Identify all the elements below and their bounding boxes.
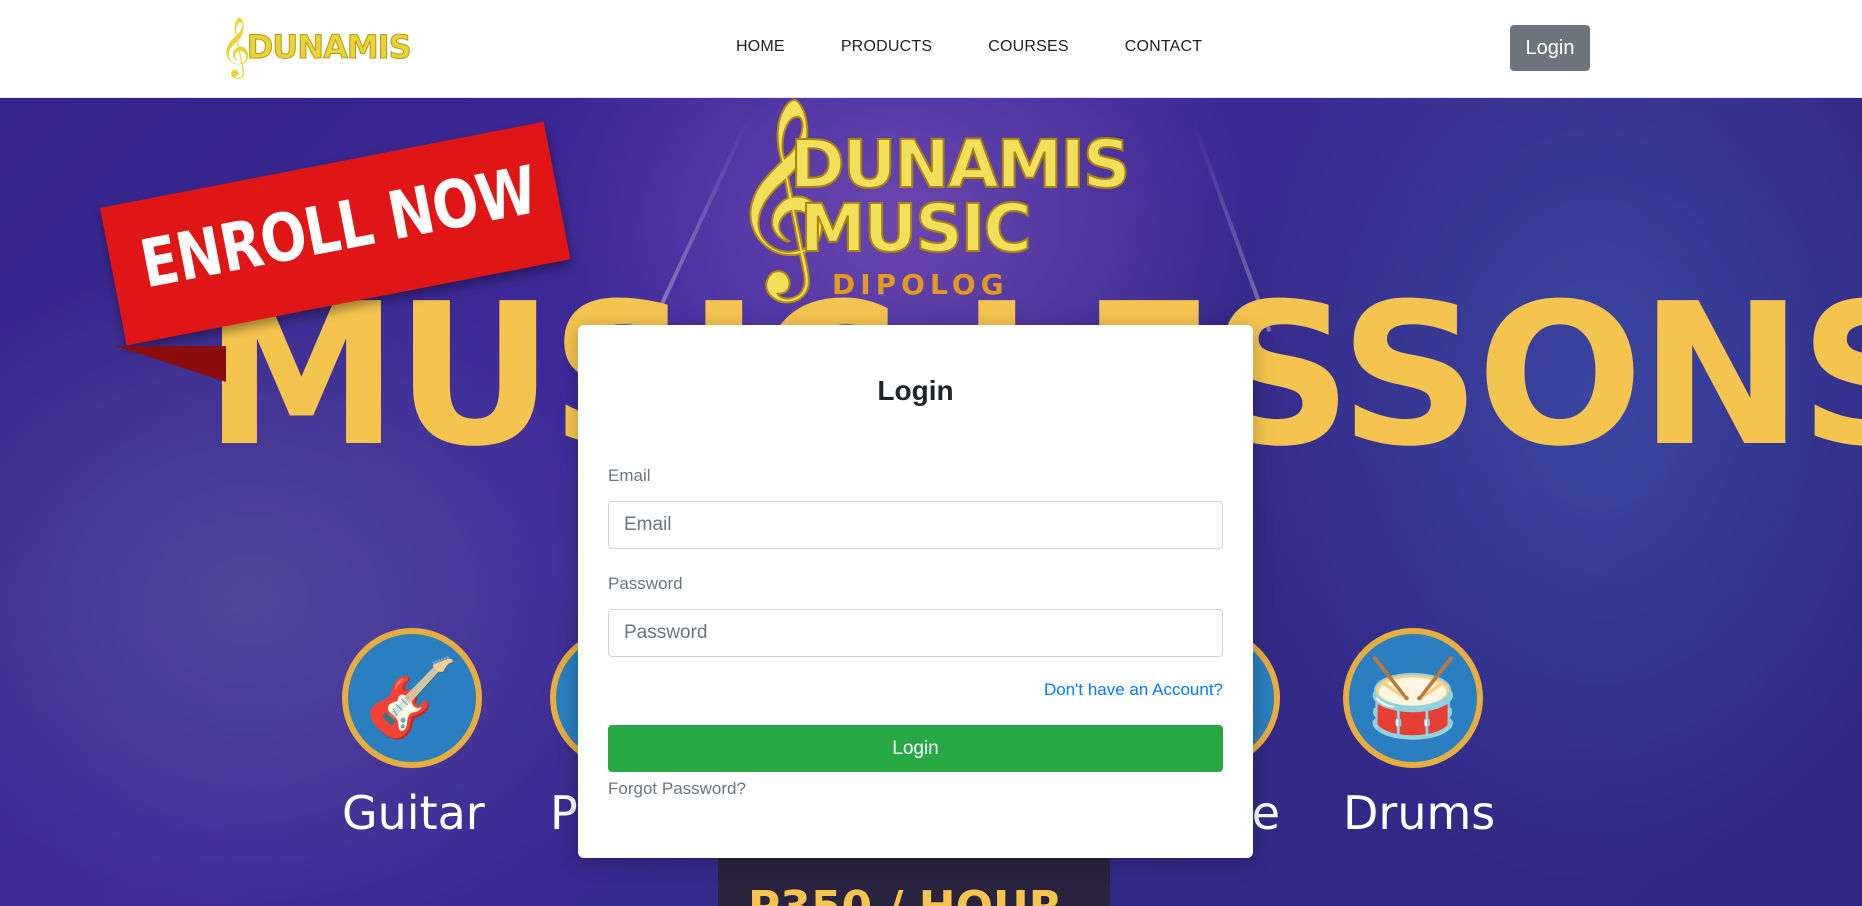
main-nav: HOME PRODUCTS COURSES CONTACT [736,38,1258,56]
email-label: Email [608,466,651,485]
logo-line-2: MUSIC [799,189,1033,268]
price-tag: P350 / HOUR [718,858,1110,906]
login-submit-button[interactable]: Login [608,725,1223,772]
nav-home[interactable]: HOME [736,38,785,56]
price-text: P350 / HOUR [748,882,1063,906]
modal-title: Login [877,375,954,406]
email-field[interactable] [608,501,1223,549]
drummer-icon: 🥁 [1343,628,1483,768]
brand-logo[interactable]: 𝄞 DUNAMIS [220,14,412,80]
instrument-guitar: 🎸 Guitar [342,628,485,840]
nav-courses[interactable]: COURSES [988,38,1069,56]
password-label: Password [608,574,683,593]
password-field[interactable] [608,609,1223,657]
nav-login-button[interactable]: Login [1510,25,1590,71]
login-modal: Login Email Password Don't have an Accou… [578,325,1253,858]
forgot-password-link[interactable]: Forgot Password? [608,779,746,799]
brand-text: DUNAMIS [246,28,412,67]
navbar: 𝄞 DUNAMIS HOME PRODUCTS COURSES CONTACT … [0,0,1862,98]
instrument-label: Guitar [342,786,485,840]
nav-contact[interactable]: CONTACT [1125,38,1203,56]
guitarist-icon: 🎸 [342,628,482,768]
instrument-drums: 🥁 Drums [1343,628,1496,840]
banner-fold [116,346,226,382]
instrument-label: Drums [1343,786,1496,840]
signup-link[interactable]: Don't have an Account? [1044,680,1223,700]
nav-products[interactable]: PRODUCTS [841,38,932,56]
